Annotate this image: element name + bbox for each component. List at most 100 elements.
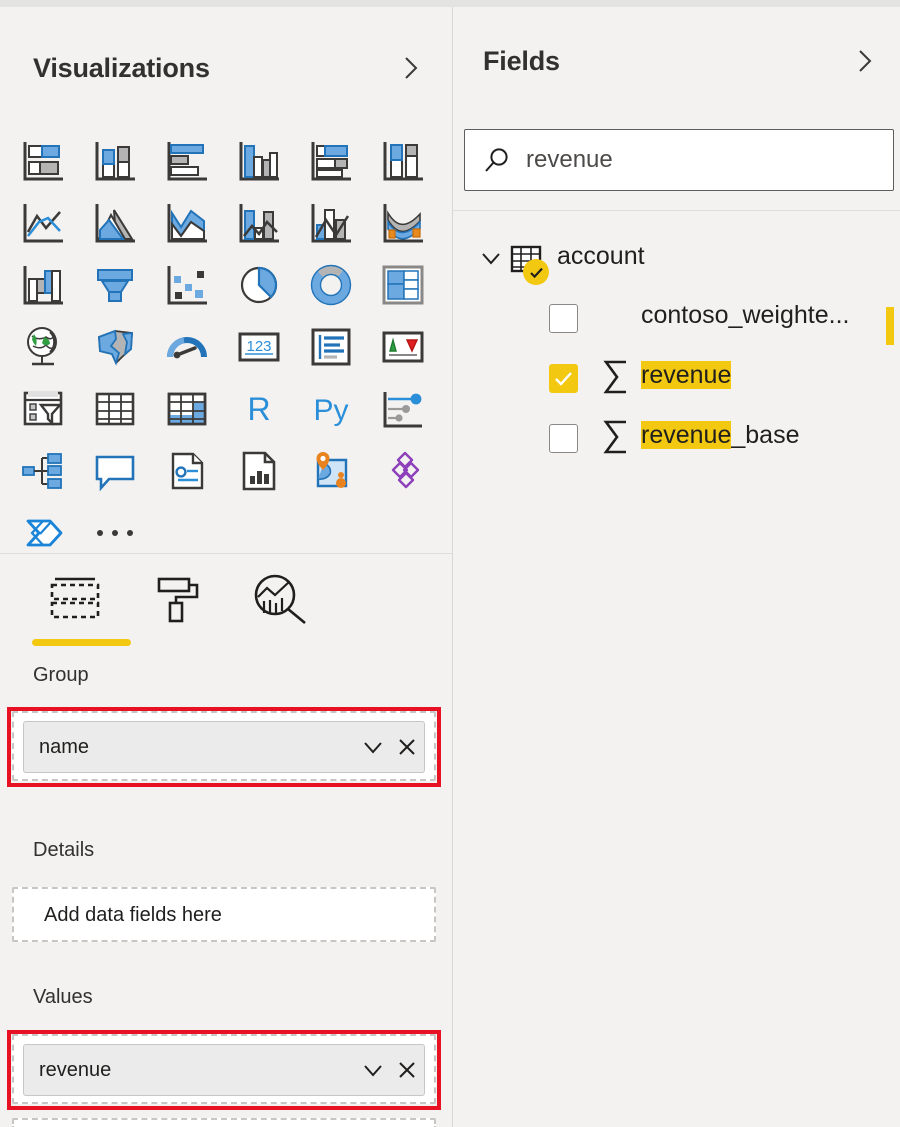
field-checkbox[interactable] — [549, 304, 578, 333]
tab-analytics[interactable] — [237, 565, 325, 633]
field-chip-label: name — [39, 736, 356, 759]
viz-kpi-visual[interactable] — [368, 317, 438, 377]
field-chip-chevron-down-icon[interactable] — [356, 1053, 390, 1087]
viz-smart-narrative-visual[interactable] — [152, 441, 222, 501]
tab-fields[interactable] — [36, 565, 124, 633]
fields-pane-divider — [453, 210, 900, 211]
field-chip-close-icon[interactable] — [390, 1053, 424, 1087]
viz-line-chart[interactable] — [8, 193, 78, 253]
viz-map-visual[interactable] — [8, 317, 78, 377]
viz-stacked-bar-chart[interactable] — [8, 131, 78, 191]
more-dot — [97, 530, 103, 536]
viz-power-automate-visual[interactable] — [8, 503, 78, 563]
field-chip-close-icon[interactable] — [390, 730, 424, 764]
fields-search-value: revenue — [526, 146, 613, 174]
fields-tree-item-label: revenue — [641, 361, 731, 390]
viz-donut-chart[interactable] — [296, 255, 366, 315]
tab-format[interactable] — [137, 565, 225, 633]
viz-key-influencers-visual[interactable] — [368, 379, 438, 439]
viz-stacked-area-chart[interactable] — [152, 193, 222, 253]
fields-tree-item-label-rest: _base — [731, 421, 799, 449]
fields-tree-item-contoso-weighted[interactable]: contoso_weighte... — [453, 288, 900, 348]
viz-waterfall-chart[interactable] — [8, 255, 78, 315]
field-chip-revenue[interactable]: revenue — [23, 1044, 425, 1096]
svg-text:Py: Py — [313, 394, 348, 427]
viz-area-chart[interactable] — [80, 193, 150, 253]
svg-text:123: 123 — [246, 338, 271, 355]
viz-treemap-chart[interactable] — [368, 255, 438, 315]
well-label-details: Details — [33, 839, 94, 862]
viz-filled-map-visual[interactable] — [80, 317, 150, 377]
fields-tree-item-label: contoso_weighte... — [641, 301, 849, 330]
viz-paginated-report-visual[interactable] — [224, 441, 294, 501]
fields-tree-table-label: account — [557, 242, 645, 271]
details-dropzone[interactable]: Add data fields here — [12, 887, 436, 942]
fields-tree-item-revenue[interactable]: revenue — [453, 348, 900, 408]
fields-pane-title: Fields — [483, 46, 560, 77]
viz-line-and-clustered-column-chart[interactable] — [296, 193, 366, 253]
viz-matrix-visual[interactable] — [152, 379, 222, 439]
viz-card-visual[interactable]: 123 — [224, 317, 294, 377]
viz-gauge-visual[interactable] — [152, 317, 222, 377]
sigma-icon — [601, 416, 631, 458]
svg-text:R: R — [247, 391, 270, 427]
analytics-magnifier-icon — [253, 573, 309, 625]
tooltips-dropzone[interactable] — [12, 1118, 436, 1127]
visualizations-pane: Visualizations — [0, 7, 453, 1127]
viz-scatter-chart[interactable] — [152, 255, 222, 315]
viz-clustered-column-chart[interactable] — [224, 131, 294, 191]
viz-hundred-percent-stacked-column-chart[interactable] — [368, 131, 438, 191]
viz-table-visual[interactable] — [80, 379, 150, 439]
power-bi-panes: Visualizations — [0, 0, 900, 1127]
field-chip-label: revenue — [39, 1059, 356, 1082]
visual-config-tabs — [0, 563, 452, 643]
chevron-down-icon[interactable] — [479, 246, 503, 270]
viz-slicer-visual[interactable] — [8, 379, 78, 439]
search-icon — [482, 145, 512, 175]
viz-power-apps-visual[interactable] — [368, 441, 438, 501]
search-match-highlight: revenue — [641, 361, 731, 389]
field-wells: Group name Details Add data fields here — [0, 651, 452, 1127]
fields-tree: account contoso_weighte... revenue — [453, 228, 900, 468]
search-match-highlight: revenue — [641, 421, 731, 449]
field-checkbox[interactable] — [549, 424, 578, 453]
viz-ribbon-chart[interactable] — [368, 193, 438, 253]
fields-search-input[interactable]: revenue — [464, 129, 894, 191]
sigma-icon — [601, 356, 631, 398]
check-badge-icon — [523, 259, 549, 285]
field-chip-name[interactable]: name — [23, 721, 425, 773]
paint-roller-icon — [155, 573, 207, 625]
field-checkbox[interactable] — [549, 364, 578, 393]
fields-pane-icon — [49, 573, 111, 625]
viz-r-script-visual[interactable]: R — [224, 379, 294, 439]
truncated-match-highlight-edge — [886, 307, 894, 345]
viz-pie-chart[interactable] — [224, 255, 294, 315]
viz-python-visual[interactable]: Py — [296, 379, 366, 439]
viz-hundred-percent-stacked-bar-chart[interactable] — [296, 131, 366, 191]
collapse-fields-pane-chevron-right-icon[interactable] — [852, 48, 878, 74]
visualizations-pane-scrollbar-track[interactable] — [440, 643, 452, 1127]
viz-line-and-stacked-column-chart[interactable] — [224, 193, 294, 253]
more-dot — [112, 530, 118, 536]
viz-multi-row-card-visual[interactable] — [296, 317, 366, 377]
fields-tree-item-label: revenue_base — [641, 421, 799, 450]
viz-azure-map-visual[interactable] — [296, 441, 366, 501]
more-dot — [127, 530, 133, 536]
group-dropzone[interactable]: name — [12, 711, 436, 781]
viz-clustered-bar-chart[interactable] — [152, 131, 222, 191]
active-tab-indicator — [32, 639, 131, 646]
collapse-visualizations-pane-chevron-right-icon[interactable] — [398, 55, 424, 81]
window-top-strip — [0, 0, 900, 7]
visualizations-pane-title: Visualizations — [33, 53, 210, 84]
viz-q-and-a-visual[interactable] — [80, 441, 150, 501]
field-chip-chevron-down-icon[interactable] — [356, 730, 390, 764]
viz-stacked-column-chart[interactable] — [80, 131, 150, 191]
viz-funnel-chart[interactable] — [80, 255, 150, 315]
viz-more-options-button[interactable] — [80, 503, 150, 563]
details-dropzone-placeholder: Add data fields here — [44, 904, 222, 927]
fields-tree-item-revenue-base[interactable]: revenue_base — [453, 408, 900, 468]
values-dropzone[interactable]: revenue — [12, 1034, 436, 1104]
fields-tree-table-account[interactable]: account — [453, 228, 900, 288]
viz-decomposition-tree-visual[interactable] — [8, 441, 78, 501]
well-label-group: Group — [33, 664, 89, 687]
